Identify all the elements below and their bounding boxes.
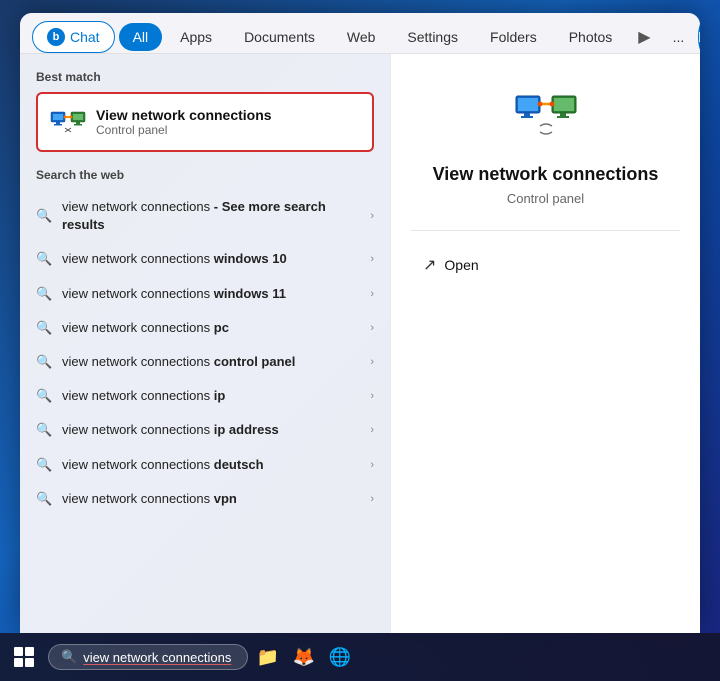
search-icon-0: 🔍	[36, 208, 52, 224]
taskbar-browser[interactable]: 🦊	[288, 641, 320, 673]
bing-icon: b	[47, 28, 65, 46]
search-popup: b Chat All Apps Documents Web Settings F…	[20, 13, 700, 633]
open-button[interactable]: ↗ Open	[411, 247, 680, 283]
arrow-icon-7: ›	[370, 459, 374, 471]
tab-web[interactable]: Web	[333, 23, 390, 51]
network-connections-icon	[50, 104, 86, 140]
web-result-text-7: view network connections deutsch	[62, 456, 370, 474]
left-panel: Best match	[20, 54, 390, 633]
tab-photos[interactable]: Photos	[555, 23, 627, 51]
taskbar-edge[interactable]: 🌐	[324, 641, 356, 673]
search-icon-5: 🔍	[36, 388, 52, 404]
taskbar-file-explorer[interactable]: 📁	[252, 641, 284, 673]
arrow-icon-3: ›	[370, 322, 374, 334]
search-icon-7: 🔍	[36, 457, 52, 473]
more-tabs-button[interactable]: ...	[663, 23, 695, 51]
right-panel-title: View network connections	[433, 164, 659, 185]
best-match-subtitle: Control panel	[96, 123, 272, 137]
start-icon	[14, 647, 34, 667]
right-panel-subtitle: Control panel	[507, 191, 584, 206]
web-result-text-3: view network connections pc	[62, 319, 370, 337]
tab-chat[interactable]: b Chat	[32, 21, 115, 53]
web-result-0[interactable]: 🔍 view network connections - See more se…	[20, 190, 390, 242]
web-result-text-2: view network connections windows 11	[62, 285, 370, 303]
tab-folders[interactable]: Folders	[476, 23, 551, 51]
search-icon-6: 🔍	[36, 422, 52, 438]
search-icon-2: 🔍	[36, 286, 52, 302]
tab-all-label: All	[133, 29, 149, 45]
web-result-7[interactable]: 🔍 view network connections deutsch ›	[20, 448, 390, 482]
search-icon-3: 🔍	[36, 320, 52, 336]
web-result-text-8: view network connections vpn	[62, 490, 370, 508]
web-result-2[interactable]: 🔍 view network connections windows 11 ›	[20, 277, 390, 311]
tab-chat-label: Chat	[70, 29, 100, 45]
arrow-icon-0: ›	[370, 210, 374, 222]
best-match-item[interactable]: View network connections Control panel	[36, 92, 374, 152]
search-icon-8: 🔍	[36, 491, 52, 507]
tab-documents[interactable]: Documents	[230, 23, 329, 51]
search-icon-1: 🔍	[36, 251, 52, 267]
search-web-label: Search the web	[20, 168, 390, 190]
main-content: Best match	[20, 54, 700, 633]
taskbar: 🔍 view network connections 📁 🦊 🌐	[0, 633, 720, 681]
web-result-5[interactable]: 🔍 view network connections ip ›	[20, 379, 390, 413]
open-icon: ↗	[423, 255, 436, 275]
tab-settings[interactable]: Settings	[393, 23, 472, 51]
arrow-icon-1: ›	[370, 253, 374, 265]
web-result-4[interactable]: 🔍 view network connections control panel…	[20, 345, 390, 379]
web-result-text-1: view network connections windows 10	[62, 250, 370, 268]
taskbar-search-query[interactable]: view network connections	[83, 650, 231, 665]
web-result-1[interactable]: 🔍 view network connections windows 10 ›	[20, 242, 390, 276]
right-divider	[411, 230, 680, 231]
web-result-text-5: view network connections ip	[62, 387, 370, 405]
arrow-icon-8: ›	[370, 493, 374, 505]
web-result-text-0: view network connections - See more sear…	[62, 198, 370, 234]
play-button[interactable]: ▶	[630, 23, 658, 51]
arrow-icon-5: ›	[370, 390, 374, 402]
arrow-icon-4: ›	[370, 356, 374, 368]
tab-apps[interactable]: Apps	[166, 23, 226, 51]
right-network-icon	[514, 84, 578, 148]
best-match-title: View network connections	[96, 107, 272, 123]
web-result-3[interactable]: 🔍 view network connections pc ›	[20, 311, 390, 345]
open-label: Open	[444, 257, 478, 273]
best-match-text: View network connections Control panel	[96, 107, 272, 137]
best-match-label: Best match	[20, 70, 390, 92]
web-result-text-6: view network connections ip address	[62, 421, 370, 439]
taskbar-search-icon: 🔍	[61, 649, 77, 665]
arrow-icon-6: ›	[370, 424, 374, 436]
arrow-icon-2: ›	[370, 288, 374, 300]
web-result-8[interactable]: 🔍 view network connections vpn ›	[20, 482, 390, 516]
taskbar-search-box[interactable]: 🔍 view network connections	[48, 644, 248, 670]
start-button[interactable]	[8, 641, 40, 673]
right-panel: View network connections Control panel ↗…	[390, 54, 700, 633]
bing-button[interactable]: b	[698, 22, 700, 52]
tab-all[interactable]: All	[119, 23, 163, 51]
web-result-6[interactable]: 🔍 view network connections ip address ›	[20, 413, 390, 447]
tab-bar: b Chat All Apps Documents Web Settings F…	[20, 13, 700, 54]
web-result-text-4: view network connections control panel	[62, 353, 370, 371]
search-icon-4: 🔍	[36, 354, 52, 370]
